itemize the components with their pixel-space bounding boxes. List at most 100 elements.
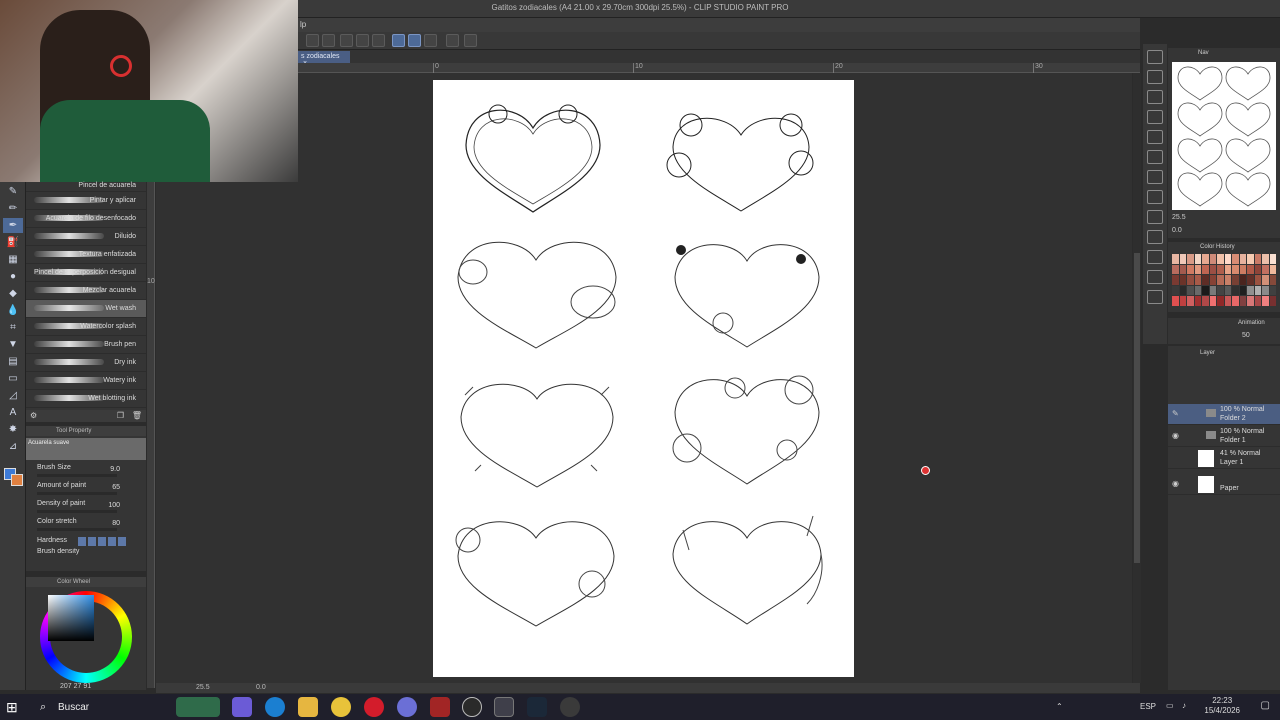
color-history-swatch[interactable] <box>1232 296 1239 306</box>
text-tool-icon[interactable]: A <box>3 405 23 420</box>
color-history-swatch[interactable] <box>1262 254 1269 264</box>
density-of-paint-property[interactable]: Density of paint 100 <box>26 498 146 516</box>
color-history-swatch[interactable] <box>1217 275 1224 285</box>
brush-density-property[interactable]: Brush density <box>26 548 146 556</box>
frame-tool-icon[interactable]: ▦ <box>3 252 23 267</box>
notifications-icon[interactable]: ▢ <box>1261 700 1270 711</box>
saturation-value-square[interactable] <box>48 595 94 641</box>
layer-row[interactable]: ✎ 100 % Normal Folder 2 <box>1168 404 1280 425</box>
color-history-swatch[interactable] <box>1224 285 1231 296</box>
color-history-swatch[interactable] <box>1232 254 1239 264</box>
ruler-snap-button[interactable] <box>408 34 421 47</box>
color-history-swatch[interactable] <box>1224 264 1231 275</box>
panel-icon[interactable] <box>1147 190 1163 204</box>
color-history-swatch[interactable] <box>1269 285 1276 296</box>
blend-tool-icon[interactable]: ● <box>3 269 23 284</box>
color-history-swatch[interactable] <box>1224 275 1231 285</box>
panel-icon[interactable] <box>1147 230 1163 244</box>
color-history-swatch[interactable] <box>1239 296 1246 306</box>
color-history-swatch[interactable] <box>1247 275 1254 285</box>
color-history-swatch[interactable] <box>1247 264 1254 275</box>
color-history-swatch[interactable] <box>1187 254 1194 264</box>
brush-item[interactable]: Diluido <box>26 228 146 246</box>
close-icon[interactable] <box>1147 130 1163 144</box>
color-history-swatch[interactable] <box>1247 285 1254 296</box>
fill-tool-icon[interactable]: ⛽ <box>3 235 23 250</box>
color-history-swatch[interactable] <box>1239 254 1246 264</box>
color-history-swatch[interactable] <box>1254 275 1261 285</box>
main-sub-color[interactable] <box>2 464 24 488</box>
pencil-tool-icon[interactable]: ✏ <box>3 201 23 216</box>
color-history-swatch[interactable] <box>1239 285 1246 296</box>
game-icon[interactable] <box>430 697 450 717</box>
command-button[interactable] <box>306 34 319 47</box>
balloon-tool-icon[interactable]: ✸ <box>3 422 23 437</box>
obs-icon[interactable] <box>462 697 482 717</box>
color-history-swatch[interactable] <box>1247 254 1254 264</box>
opera-icon[interactable] <box>364 697 384 717</box>
color-history-swatch[interactable] <box>1172 285 1179 296</box>
copilot-icon[interactable] <box>232 697 252 717</box>
brush-item[interactable]: Wet wash <box>26 300 146 318</box>
color-history-swatch[interactable] <box>1172 264 1179 275</box>
color-history-swatch[interactable] <box>1269 264 1276 275</box>
color-history-swatch[interactable] <box>1217 254 1224 264</box>
clip-studio-icon[interactable] <box>494 697 514 717</box>
color-history-swatch[interactable] <box>1239 264 1246 275</box>
color-history-swatch[interactable] <box>1262 264 1269 275</box>
app-icon[interactable] <box>560 697 580 717</box>
brush-item[interactable]: Pincel de superposición desigual <box>26 264 146 282</box>
select-tool-icon[interactable]: ⌗ <box>3 320 23 335</box>
panel-icon[interactable] <box>1147 270 1163 284</box>
color-history-swatch[interactable] <box>1194 285 1201 296</box>
bucket-tool-icon[interactable]: ▼ <box>3 337 23 352</box>
brush-item[interactable]: Textura enfatizada <box>26 246 146 264</box>
color-history-swatch[interactable] <box>1269 275 1276 285</box>
color-history-swatch[interactable] <box>1179 296 1186 306</box>
onion-opacity-value[interactable]: 50 <box>1242 332 1250 339</box>
color-history-swatch[interactable] <box>1217 264 1224 275</box>
color-history-swatch[interactable] <box>1172 254 1179 264</box>
color-history-swatch[interactable] <box>1187 296 1194 306</box>
color-history-swatch[interactable] <box>1269 254 1276 264</box>
color-history-swatch[interactable] <box>1254 264 1261 275</box>
document-tab[interactable]: s zodiacales × <box>298 51 350 67</box>
color-history-swatch[interactable] <box>1224 296 1231 306</box>
color-history-swatch[interactable] <box>1179 264 1186 275</box>
command-button[interactable] <box>372 34 385 47</box>
color-history-swatch[interactable] <box>1239 275 1246 285</box>
color-history-swatch[interactable] <box>1209 285 1216 296</box>
color-history-swatch[interactable] <box>1254 285 1261 296</box>
settings-icon[interactable]: ⚙ <box>30 411 37 420</box>
color-history-swatch[interactable] <box>1254 254 1261 264</box>
color-history-swatch[interactable] <box>1187 285 1194 296</box>
brush-size-property[interactable]: Brush Size 9.0 <box>26 462 146 480</box>
zoom-value[interactable]: 25.5 <box>196 684 210 691</box>
brush-item[interactable]: Watercolor splash <box>26 318 146 336</box>
color-history-swatch[interactable] <box>1262 275 1269 285</box>
search-icon[interactable] <box>1147 70 1163 84</box>
color-history-swatch[interactable] <box>1247 296 1254 306</box>
color-history-swatch[interactable] <box>1232 264 1239 275</box>
command-button[interactable] <box>322 34 335 47</box>
brush-item[interactable]: Mezclar acuarela <box>26 282 146 300</box>
brush-item[interactable]: Pincel de acuarela <box>26 182 146 192</box>
brush-tool-icon[interactable]: ✒ <box>3 218 23 233</box>
color-history-swatch[interactable] <box>1262 285 1269 296</box>
panel-icon[interactable] <box>1147 90 1163 104</box>
angle-value[interactable]: 0.0 <box>256 684 266 691</box>
color-history-swatch[interactable] <box>1202 264 1209 275</box>
layer-row[interactable]: 41 % Normal Layer 1 <box>1168 448 1280 469</box>
color-history-swatch[interactable] <box>1269 296 1276 306</box>
brush-item[interactable]: Brush pen <box>26 336 146 354</box>
panel-button[interactable] <box>464 34 477 47</box>
brush-item[interactable]: Pintar y aplicar <box>26 192 146 210</box>
amount-of-paint-property[interactable]: Amount of paint 65 <box>26 480 146 498</box>
color-history-swatch[interactable] <box>1232 275 1239 285</box>
steam-icon[interactable] <box>527 697 547 717</box>
chevron-up-icon[interactable]: ⌃ <box>1056 702 1063 711</box>
clock[interactable]: 22:23 15/4/2026 <box>1204 696 1240 716</box>
color-history-swatch[interactable] <box>1217 296 1224 306</box>
drop-tool-icon[interactable]: 💧 <box>3 303 23 318</box>
layer-row[interactable]: ◉ Paper <box>1168 474 1280 495</box>
